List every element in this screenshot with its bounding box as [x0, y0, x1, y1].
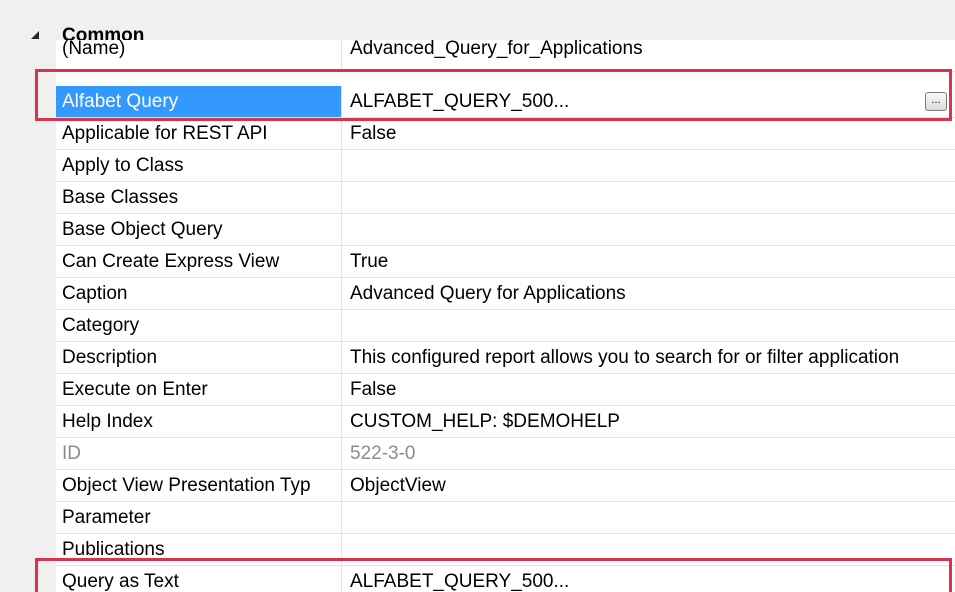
property-name[interactable]: (Name): [56, 40, 342, 71]
property-row[interactable]: Help Index CUSTOM_HELP: $DEMOHELP: [56, 406, 955, 438]
property-row[interactable]: Apply to Class: [56, 150, 955, 182]
property-value[interactable]: False: [342, 118, 955, 149]
property-name[interactable]: ID: [56, 438, 342, 469]
property-value[interactable]: Advanced_Query_for_Applications: [342, 40, 955, 71]
property-name[interactable]: Applicable for REST API: [56, 118, 342, 149]
property-value[interactable]: ObjectView: [342, 470, 955, 501]
property-row[interactable]: ID 522-3-0: [56, 438, 955, 470]
property-value[interactable]: CUSTOM_HELP: $DEMOHELP: [342, 406, 955, 437]
property-row[interactable]: Caption Advanced Query for Applications: [56, 278, 955, 310]
property-row[interactable]: Can Create Express View True: [56, 246, 955, 278]
property-row[interactable]: Base Object Query: [56, 214, 955, 246]
property-value[interactable]: False: [342, 374, 955, 405]
property-value[interactable]: [342, 502, 955, 533]
property-value[interactable]: [342, 182, 955, 213]
ellipsis-button[interactable]: ...: [925, 92, 947, 111]
grid-left-margin: [0, 0, 56, 592]
property-row[interactable]: Base Classes: [56, 182, 955, 214]
property-row[interactable]: Object View Presentation Typ ObjectView: [56, 470, 955, 502]
property-name[interactable]: Execute on Enter: [56, 374, 342, 405]
property-value: 522-3-0: [350, 443, 416, 464]
property-name[interactable]: Category: [56, 310, 342, 341]
property-name[interactable]: Object View Presentation Typ: [56, 470, 342, 501]
property-name[interactable]: Description: [56, 342, 342, 373]
property-value[interactable]: [342, 150, 955, 181]
property-value[interactable]: Advanced Query for Applications: [342, 278, 955, 309]
expanded-triangle-icon[interactable]: [28, 28, 42, 42]
property-row[interactable]: Parameter: [56, 502, 955, 534]
property-row[interactable]: Applicable for REST API False: [56, 118, 955, 150]
property-name[interactable]: Alfabet Query: [56, 86, 342, 117]
property-row[interactable]: Description This configured report allows…: [56, 342, 955, 374]
property-name[interactable]: Caption: [56, 278, 342, 309]
property-name[interactable]: Apply to Class: [56, 150, 342, 181]
property-value[interactable]: This configured report allows you to sea…: [342, 342, 955, 373]
property-value[interactable]: [342, 214, 955, 245]
property-row[interactable]: Publications: [56, 534, 955, 566]
property-name[interactable]: Help Index: [56, 406, 342, 437]
property-name[interactable]: Query as Text: [56, 566, 342, 592]
property-name[interactable]: Base Object Query: [56, 214, 342, 245]
property-row[interactable]: Alfabet Query ALFABET_QUERY_500......: [56, 86, 955, 118]
property-name[interactable]: Can Create Express View: [56, 246, 342, 277]
grid-top-strip: [0, 0, 955, 22]
property-value[interactable]: ALFABET_QUERY_500...: [342, 86, 955, 117]
property-row[interactable]: Category: [56, 310, 955, 342]
property-value[interactable]: [342, 310, 955, 341]
property-value[interactable]: [342, 534, 955, 565]
property-row[interactable]: Query as Text ALFABET_QUERY_500...: [56, 566, 955, 592]
property-value[interactable]: ALFABET_QUERY_500...: [342, 566, 955, 592]
property-name[interactable]: Publications: [56, 534, 342, 565]
property-value[interactable]: True: [342, 246, 955, 277]
property-name[interactable]: Parameter: [56, 502, 342, 533]
property-row[interactable]: (Name) Advanced_Query_for_Applications: [56, 40, 955, 72]
property-row[interactable]: Execute on Enter False: [56, 374, 955, 406]
property-name[interactable]: Base Classes: [56, 182, 342, 213]
property-grid: Common (Name) Advanced_Query_for_Applicat…: [0, 0, 955, 592]
